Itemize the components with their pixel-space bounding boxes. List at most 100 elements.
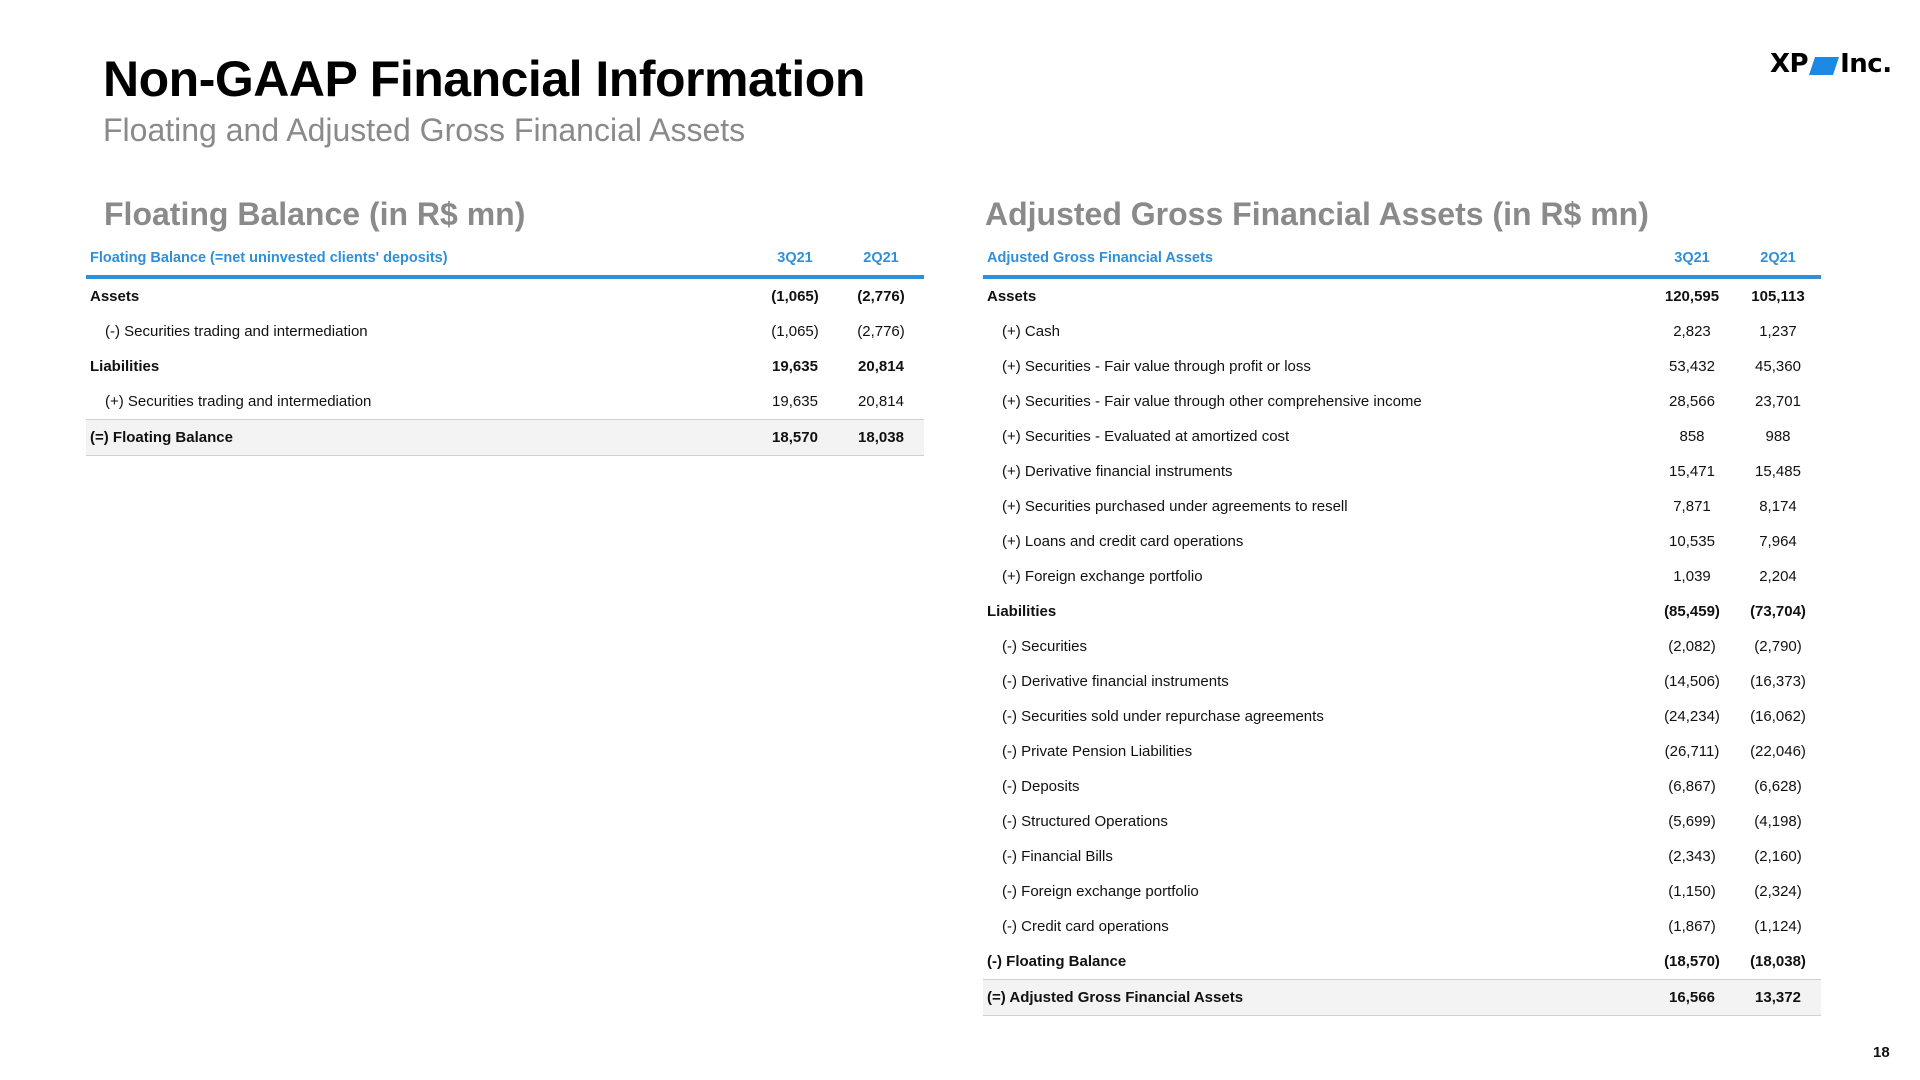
table-row: (+) Securities - Fair value through prof… — [983, 349, 1821, 384]
row-label: Assets — [90, 288, 140, 305]
row-value-3q21: 28,566 — [1669, 393, 1715, 410]
row-value-3q21: (1,065) — [771, 288, 819, 305]
row-value-3q21: (26,711) — [1664, 743, 1720, 760]
row-value-3q21: (2,343) — [1668, 848, 1716, 865]
row-label: (+) Loans and credit card operations — [1002, 533, 1244, 550]
row-label: (+) Securities - Evaluated at amortized … — [1002, 428, 1290, 445]
column-header-3q21: 3Q21 — [1649, 240, 1735, 279]
page-subtitle: Floating and Adjusted Gross Financial As… — [103, 112, 746, 148]
table-row: (+) Securities trading and intermediatio… — [86, 384, 924, 420]
logo-blue-shape-icon — [1809, 57, 1840, 75]
row-label: Liabilities — [987, 603, 1057, 620]
row-value-2q21: 23,701 — [1755, 393, 1801, 410]
table-row: (+) Securities - Evaluated at amortized … — [983, 419, 1821, 454]
table-row: Assets 120,595 105,113 — [983, 277, 1821, 314]
table-header-row: Floating Balance (=net uninvested client… — [86, 240, 924, 279]
table-row: (+) Securities purchased under agreement… — [983, 489, 1821, 524]
floating-balance-table: Floating Balance (=net uninvested client… — [86, 240, 924, 456]
row-label: (-) Securities — [1002, 638, 1088, 655]
logo-text-right: Inc. — [1840, 49, 1892, 79]
row-label: (-) Private Pension Liabilities — [1002, 743, 1193, 760]
row-value-3q21: (6,867) — [1668, 778, 1716, 795]
row-value-2q21: (16,373) — [1750, 673, 1806, 690]
table-row: (+) Cash 2,823 1,237 — [983, 314, 1821, 349]
adjusted-gross-table: Adjusted Gross Financial Assets 3Q21 2Q2… — [983, 240, 1821, 1016]
row-value-2q21: (18,038) — [1750, 953, 1806, 970]
column-header-2q21: 2Q21 — [1735, 240, 1821, 279]
row-label: (+) Foreign exchange portfolio — [1002, 568, 1203, 585]
row-value-3q21: 1,039 — [1673, 568, 1711, 585]
table-row: (+) Loans and credit card operations 10,… — [983, 524, 1821, 559]
row-label: (+) Securities trading and intermediatio… — [105, 393, 372, 410]
table-row: (-) Floating Balance (18,570) (18,038) — [983, 944, 1821, 980]
table-row: (-) Deposits (6,867) (6,628) — [983, 769, 1821, 804]
row-label: (-) Floating Balance — [987, 953, 1127, 970]
table-row: (-) Securities trading and intermediatio… — [86, 314, 924, 349]
row-value-3q21: 18,570 — [752, 419, 838, 456]
row-label: (+) Cash — [1002, 323, 1060, 340]
row-label: (-) Financial Bills — [1002, 848, 1113, 865]
row-value-3q21: (24,234) — [1664, 708, 1720, 725]
page-number: 18 — [1873, 1044, 1890, 1061]
row-value-2q21: (2,790) — [1754, 638, 1802, 655]
row-label: Assets — [987, 288, 1037, 305]
row-value-2q21: 20,814 — [858, 358, 904, 375]
row-value-3q21: 15,471 — [1669, 463, 1715, 480]
row-value-2q21: 105,113 — [1751, 288, 1805, 305]
row-value-2q21: 7,964 — [1759, 533, 1797, 550]
row-value-3q21: (1,150) — [1668, 883, 1716, 900]
row-label: (-) Deposits — [1002, 778, 1080, 795]
column-header-description: Floating Balance (=net uninvested client… — [86, 240, 752, 279]
table-row: (-) Foreign exchange portfolio (1,150) (… — [983, 874, 1821, 909]
row-label: (+) Securities - Fair value through prof… — [1002, 358, 1311, 375]
row-value-2q21: (6,628) — [1754, 778, 1802, 795]
table-row: (-) Securities (2,082) (2,790) — [983, 629, 1821, 664]
page-title: Non-GAAP Financial Information — [103, 51, 865, 107]
row-value-3q21: 53,432 — [1669, 358, 1715, 375]
row-value-3q21: 10,535 — [1669, 533, 1715, 550]
floating-balance-section-title: Floating Balance (in R$ mn) — [104, 196, 526, 232]
row-label: (=) Floating Balance — [86, 419, 752, 456]
table-row: (-) Securities sold under repurchase agr… — [983, 699, 1821, 734]
row-value-3q21: 19,635 — [772, 358, 818, 375]
row-value-2q21: 15,485 — [1755, 463, 1801, 480]
row-value-2q21: (1,124) — [1754, 918, 1802, 935]
row-label: Liabilities — [90, 358, 160, 375]
row-value-2q21: (2,324) — [1754, 883, 1802, 900]
row-label: (-) Derivative financial instruments — [1002, 673, 1229, 690]
row-label: (-) Foreign exchange portfolio — [1002, 883, 1199, 900]
table-total-row: (=) Floating Balance 18,570 18,038 — [86, 419, 924, 456]
table-row: (-) Structured Operations (5,699) (4,198… — [983, 804, 1821, 839]
row-value-2q21: (4,198) — [1754, 813, 1802, 830]
row-label: (-) Securities sold under repurchase agr… — [1002, 708, 1324, 725]
row-value-3q21: (85,459) — [1664, 603, 1720, 620]
table-row: (-) Derivative financial instruments (14… — [983, 664, 1821, 699]
row-value-3q21: 2,823 — [1673, 323, 1711, 340]
table-row: Assets (1,065) (2,776) — [86, 277, 924, 314]
column-header-2q21: 2Q21 — [838, 240, 924, 279]
row-value-2q21: (2,160) — [1754, 848, 1802, 865]
row-value-3q21: (5,699) — [1668, 813, 1716, 830]
row-value-3q21: 16,566 — [1649, 979, 1735, 1016]
column-header-description: Adjusted Gross Financial Assets — [983, 240, 1649, 279]
adjusted-gross-section-title: Adjusted Gross Financial Assets (in R$ m… — [985, 196, 1649, 232]
row-value-2q21: 45,360 — [1755, 358, 1801, 375]
table-row: (+) Derivative financial instruments 15,… — [983, 454, 1821, 489]
row-label: (-) Structured Operations — [1002, 813, 1168, 830]
row-label: (-) Credit card operations — [1002, 918, 1169, 935]
row-value-2q21: 8,174 — [1759, 498, 1797, 515]
row-label: (-) Securities trading and intermediatio… — [105, 323, 368, 340]
row-value-2q21: 20,814 — [858, 393, 904, 410]
row-value-3q21: (18,570) — [1664, 953, 1720, 970]
table-row: (+) Foreign exchange portfolio 1,039 2,2… — [983, 559, 1821, 594]
row-value-2q21: (2,776) — [857, 288, 905, 305]
row-value-2q21: 2,204 — [1759, 568, 1797, 585]
table-header-row: Adjusted Gross Financial Assets 3Q21 2Q2… — [983, 240, 1821, 279]
row-label: (+) Derivative financial instruments — [1002, 463, 1233, 480]
xp-inc-logo: XP Inc. — [1770, 46, 1892, 82]
row-value-3q21: 858 — [1679, 428, 1705, 445]
row-label: (+) Securities purchased under agreement… — [1002, 498, 1348, 515]
row-value-2q21: (73,704) — [1750, 603, 1806, 620]
row-value-3q21: 19,635 — [772, 393, 818, 410]
table-row: (-) Private Pension Liabilities (26,711)… — [983, 734, 1821, 769]
